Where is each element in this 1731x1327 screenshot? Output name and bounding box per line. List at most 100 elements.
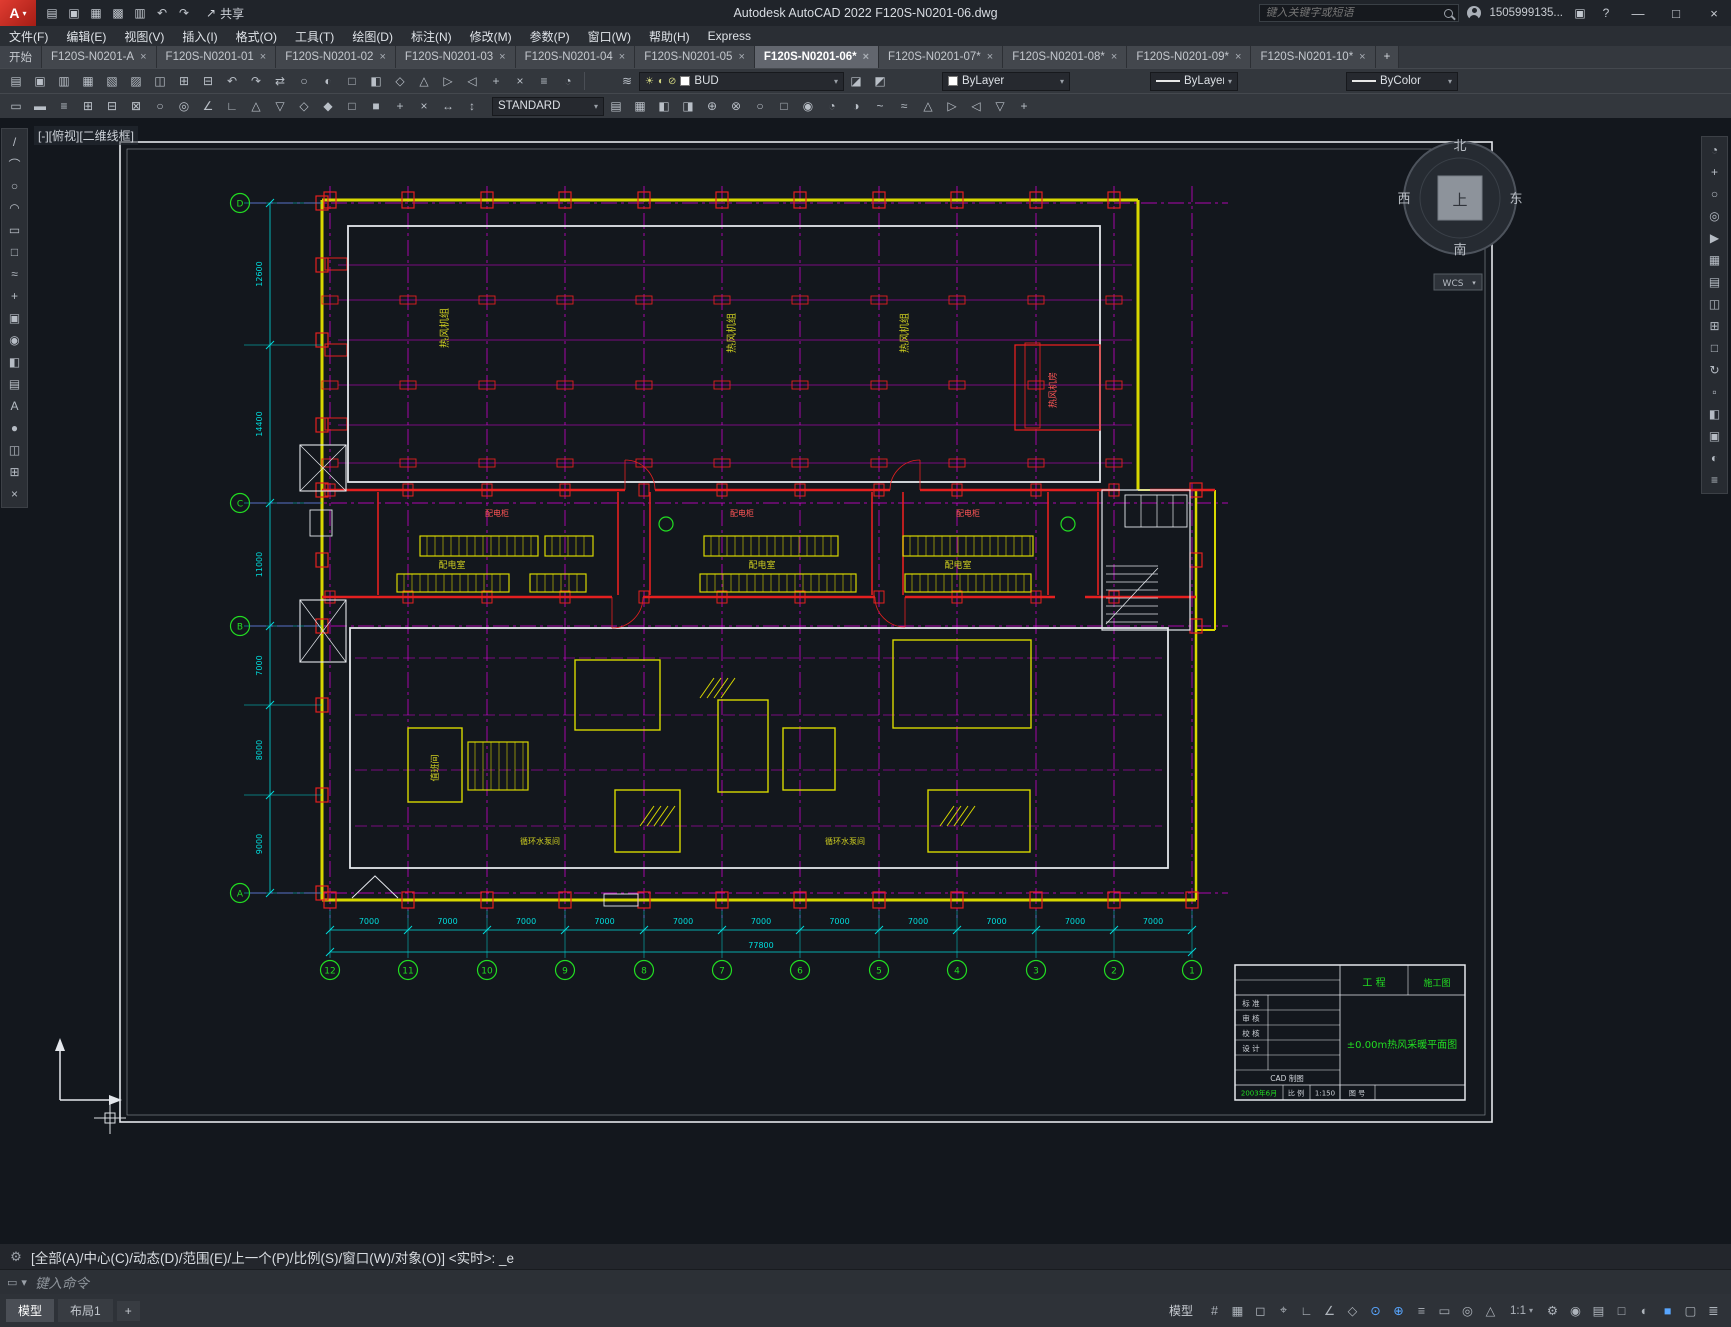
dynamic-input-toggle[interactable]: ⌖ <box>1272 1299 1295 1322</box>
toolbar-icon[interactable]: ↷ <box>244 70 268 92</box>
toolbar-icon[interactable]: ◧ <box>652 95 676 117</box>
help-icon[interactable]: ? <box>1597 6 1615 20</box>
draw-toolbar-icon-1[interactable]: ⌒ <box>3 153 26 175</box>
toolbar-icon[interactable]: ⊕ <box>700 95 724 117</box>
quick-properties-toggle[interactable]: ▤ <box>1587 1299 1610 1322</box>
toolbar-icon[interactable]: ▽ <box>988 95 1012 117</box>
save-icon[interactable]: ▦ <box>86 6 106 20</box>
toolbar-icon[interactable]: ⊟ <box>100 95 124 117</box>
drawing-area[interactable]: 热风机组 热风机组 热风机组 热风机房 配电柜 配电柜 配电柜 配电室 配电室 配电室 值班间 循环水… <box>0 118 1731 1244</box>
command-dropdown-icon[interactable]: ▾ <box>21 1276 27 1289</box>
toolbar-icon[interactable]: ◉ <box>796 95 820 117</box>
draw-toolbar-icon-6[interactable]: ≈ <box>3 263 26 285</box>
chevron-down-icon[interactable]: ▾ <box>834 77 838 86</box>
toolbar-icon[interactable]: ↔ <box>436 95 460 117</box>
menu-item-3[interactable]: 插入(I) <box>173 28 226 45</box>
toolbar-icon[interactable]: ⊠ <box>124 95 148 117</box>
file-tab[interactable]: F120S-N0201-10* × <box>1251 46 1376 68</box>
tab-close-icon[interactable]: × <box>738 51 744 63</box>
toolbar-icon[interactable]: ⊟ <box>196 70 220 92</box>
file-tab[interactable]: F120S-N0201-06* × <box>754 46 880 68</box>
toolbar-icon[interactable]: ⊞ <box>172 70 196 92</box>
open-file-icon[interactable]: ▣ <box>64 6 84 20</box>
graphics-performance-toggle[interactable]: ■ <box>1656 1299 1679 1322</box>
draw-toolbar-icon-10[interactable]: ◧ <box>3 351 26 373</box>
draw-toolbar-icon-0[interactable]: / <box>3 131 26 153</box>
toolbar-icon[interactable]: ■ <box>364 95 388 117</box>
menu-item-12[interactable]: Express <box>699 29 760 43</box>
draw-toolbar-icon-9[interactable]: ◉ <box>3 329 26 351</box>
selection-cycling-toggle[interactable]: ◎ <box>1456 1299 1479 1322</box>
navbar-icon-15[interactable]: ≡ <box>1703 469 1726 491</box>
menu-item-1[interactable]: 编辑(E) <box>57 28 115 45</box>
toolbar-icon[interactable]: ▦ <box>76 70 100 92</box>
toolbar-icon[interactable]: ∠ <box>196 95 220 117</box>
toolbar-icon[interactable]: ◇ <box>388 70 412 92</box>
file-tab[interactable]: F120S-N0201-07* × <box>879 46 1004 68</box>
navbar-icon-3[interactable]: ◎ <box>1703 205 1726 227</box>
save-as-icon[interactable]: ▩ <box>108 6 128 20</box>
chevron-down-icon[interactable]: ▾ <box>1448 77 1452 86</box>
toolbar-icon[interactable]: ◧ <box>364 70 388 92</box>
tab-close-icon[interactable]: × <box>1111 51 1117 63</box>
menu-item-0[interactable]: 文件(F) <box>0 28 57 45</box>
navbar-icon-11[interactable]: ▫ <box>1703 381 1726 403</box>
toolbar-icon[interactable]: ⊗ <box>724 95 748 117</box>
command-input[interactable]: 键入命令 <box>35 1272 89 1292</box>
tab-close-icon[interactable]: × <box>1359 51 1365 63</box>
chevron-down-icon[interactable]: ▾ <box>594 102 598 111</box>
toolbar-icon[interactable]: ▥ <box>52 70 76 92</box>
redo-icon[interactable]: ↷ <box>174 6 194 20</box>
chevron-down-icon[interactable]: ▾ <box>1060 77 1064 86</box>
navbar-icon-6[interactable]: ▤ <box>1703 271 1726 293</box>
toolbar-icon[interactable]: + <box>388 95 412 117</box>
draw-toolbar-icon-5[interactable]: □ <box>3 241 26 263</box>
command-window-icon[interactable]: ▭ <box>7 1276 17 1289</box>
toolbar-icon[interactable]: × <box>508 70 532 92</box>
grid-toggle[interactable]: # <box>1203 1299 1226 1322</box>
toolbar-icon[interactable]: △ <box>244 95 268 117</box>
draw-toolbar-icon-8[interactable]: ▣ <box>3 307 26 329</box>
menu-item-5[interactable]: 工具(T) <box>286 28 343 45</box>
plot-icon[interactable]: ▥ <box>130 6 150 20</box>
file-tab[interactable]: F120S-N0201-09* × <box>1127 46 1252 68</box>
navbar-icon-12[interactable]: ◧ <box>1703 403 1726 425</box>
draw-toolbar-icon-15[interactable]: ⊞ <box>3 461 26 483</box>
undo-icon[interactable]: ↶ <box>152 6 172 20</box>
navbar-icon-9[interactable]: □ <box>1703 337 1726 359</box>
clean-screen-toggle[interactable]: ▢ <box>1679 1299 1702 1322</box>
file-tab[interactable]: F120S-N0201-05 × <box>635 46 755 68</box>
toolbar-icon[interactable]: ▷ <box>940 95 964 117</box>
app-menu-button[interactable]: A ▾ <box>0 0 36 26</box>
toolbar-icon[interactable]: ≈ <box>892 95 916 117</box>
toolbar-icon[interactable]: ⊞ <box>76 95 100 117</box>
annotation-monitor-toggle[interactable]: ◉ <box>1564 1299 1587 1322</box>
customization-menu-icon[interactable]: ≣ <box>1702 1299 1725 1322</box>
menu-item-6[interactable]: 绘图(D) <box>343 28 402 45</box>
toolbar-icon[interactable]: □ <box>340 70 364 92</box>
toolbar-icon[interactable]: × <box>412 95 436 117</box>
search-input[interactable] <box>1265 7 1441 19</box>
object-snap-toggle[interactable]: ⊕ <box>1387 1299 1410 1322</box>
layout1-tab[interactable]: 布局1 <box>58 1299 113 1322</box>
navbar-icon-14[interactable]: ◐ <box>1703 447 1726 469</box>
draw-toolbar-icon-2[interactable]: ○ <box>3 175 26 197</box>
toolbar-icon[interactable]: △ <box>412 70 436 92</box>
tab-close-icon[interactable]: × <box>863 51 869 63</box>
toolbar-icon[interactable]: ○ <box>292 70 316 92</box>
user-name[interactable]: 1505999135... <box>1489 7 1563 19</box>
toolbar-icon[interactable]: ○ <box>148 95 172 117</box>
toolbar-icon[interactable]: ▤ <box>604 95 628 117</box>
toolbar-icon[interactable]: ▽ <box>268 95 292 117</box>
draw-toolbar-icon-11[interactable]: ▤ <box>3 373 26 395</box>
osnap-tracking-toggle[interactable]: ⊙ <box>1364 1299 1387 1322</box>
menu-item-4[interactable]: 格式(O) <box>227 28 286 45</box>
text-style-combo[interactable]: STANDARD ▾ <box>492 96 604 116</box>
navbar-icon-8[interactable]: ⊞ <box>1703 315 1726 337</box>
object-color-combo[interactable]: ByLayer ▾ <box>942 71 1070 91</box>
tab-close-icon[interactable]: × <box>987 51 993 63</box>
toolbar-icon[interactable]: ▷ <box>436 70 460 92</box>
tab-close-icon[interactable]: × <box>140 51 146 63</box>
toolbar-icon[interactable]: ◁ <box>964 95 988 117</box>
toolbar-icon[interactable]: ~ <box>868 95 892 117</box>
